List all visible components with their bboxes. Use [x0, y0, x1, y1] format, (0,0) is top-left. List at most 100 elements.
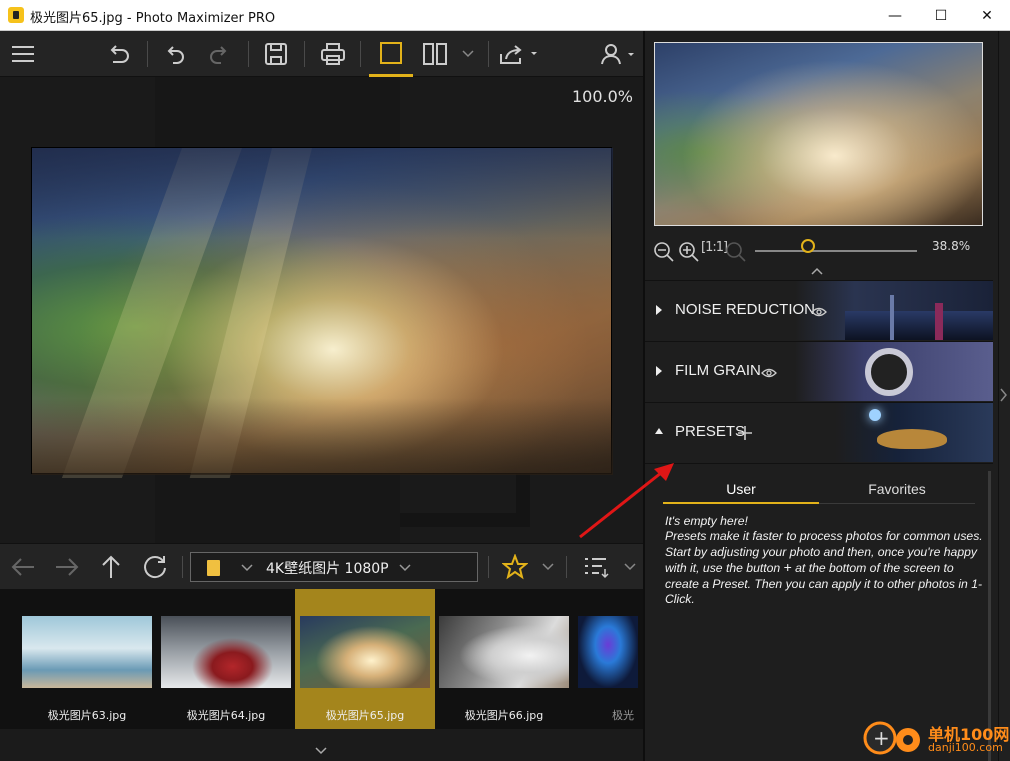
banner-glow [869, 409, 881, 421]
section-presets[interactable]: PRESETS [645, 402, 993, 462]
tab-user[interactable]: User [663, 476, 819, 504]
thumbnail-image [161, 616, 291, 688]
user-button[interactable] [598, 31, 638, 77]
section-label: FILM GRAIN [675, 362, 761, 379]
chevron-down-icon [624, 563, 636, 571]
section-film-grain[interactable]: FILM GRAIN [645, 341, 993, 401]
toolbar-separator [488, 556, 489, 578]
image-canvas[interactable]: 100.0% [0, 77, 643, 543]
thumbnail-image [22, 616, 152, 688]
fit-1to1-button[interactable]: [1:1] [701, 240, 728, 255]
window-title: 极光图片65.jpg - Photo Maximizer PRO [30, 11, 276, 26]
zoom-slider[interactable] [755, 250, 917, 252]
single-view-icon [380, 41, 402, 64]
split-view-icon [423, 43, 447, 65]
toolbar-separator [566, 556, 567, 578]
undo-history-icon [110, 45, 129, 63]
watermark-logo: + [863, 721, 920, 755]
thumbnail-image [300, 616, 430, 688]
banner-lamp-body [877, 429, 947, 449]
section-label: NOISE REDUCTION [675, 301, 816, 318]
right-edge-strip [998, 31, 1010, 761]
thumbnail-item[interactable]: 极光 [573, 589, 643, 729]
section-noise-reduction[interactable]: NOISE REDUCTION [645, 280, 993, 340]
browser-toolbar: 4K壁纸图片 1080P [0, 543, 643, 589]
thumbnail-item[interactable]: 极光图片64.jpg [158, 589, 298, 729]
favorites-filter-button[interactable] [498, 544, 532, 590]
menu-button[interactable] [6, 31, 40, 77]
arrow-right-icon [56, 558, 79, 576]
chevron-down-icon [462, 50, 474, 58]
eye-icon[interactable] [811, 307, 827, 317]
share-icon [500, 45, 537, 64]
toolbar-separator [147, 41, 148, 67]
zoom-fit-icon[interactable] [725, 241, 747, 263]
arrow-up-icon [102, 555, 120, 578]
section-label: PRESETS [675, 423, 746, 440]
minimize-button[interactable]: — [872, 0, 918, 31]
banner-tower [890, 295, 894, 340]
zoom-in-icon[interactable] [678, 241, 700, 263]
view-dropdown[interactable] [458, 31, 478, 77]
toolbar-separator [304, 41, 305, 67]
revert-button[interactable] [102, 31, 136, 77]
roof-shade [32, 148, 613, 238]
main-photo[interactable] [31, 147, 613, 478]
zoom-out-icon[interactable] [653, 241, 675, 263]
next-button[interactable] [48, 544, 86, 590]
chevron-down-icon[interactable] [315, 747, 327, 755]
close-button[interactable]: ✕ [964, 0, 1010, 31]
undo-icon [167, 46, 184, 64]
watermark-url: danji100.com [928, 741, 1003, 754]
sort-button[interactable] [578, 544, 614, 590]
add-preset-icon[interactable] [737, 425, 753, 441]
print-button[interactable] [315, 31, 351, 77]
banner-lamp [835, 403, 993, 462]
arrow-left-icon [11, 558, 34, 576]
thumbnail-caption: 极光 [612, 709, 634, 722]
maximize-button[interactable]: ☐ [918, 0, 964, 31]
folder-selector[interactable]: 4K壁纸图片 1080P [190, 552, 478, 582]
single-view-button[interactable] [369, 31, 413, 77]
undo-button[interactable] [158, 31, 192, 77]
favorites-dropdown[interactable] [538, 544, 558, 590]
up-folder-button[interactable] [94, 544, 128, 590]
floor-shade [32, 398, 613, 475]
redo-icon [210, 46, 227, 64]
thumbnail-item-selected[interactable]: 极光图片65.jpg [295, 589, 435, 729]
collapsed-triangle-icon [656, 366, 662, 376]
sort-dropdown[interactable] [620, 544, 640, 590]
thumbnail-image [439, 616, 569, 688]
star-icon [502, 554, 528, 580]
refresh-button[interactable] [137, 544, 173, 590]
help-line-1: It's empty here! [665, 514, 748, 528]
user-icon [601, 44, 634, 65]
help-line-2: Presets make it faster to process photos… [665, 529, 983, 607]
eye-icon[interactable] [761, 368, 777, 378]
toolbar-separator [182, 556, 183, 578]
redo-button[interactable] [202, 31, 236, 77]
save-icon [265, 43, 287, 65]
prev-button[interactable] [4, 544, 42, 590]
banner-tower [935, 303, 943, 340]
canvas-zoom-level: 100.0% [571, 87, 633, 106]
share-button[interactable] [496, 31, 542, 77]
split-view-button[interactable] [418, 31, 452, 77]
thumbnail-strip[interactable]: 极光图片63.jpg 极光图片64.jpg 极光图片65.jpg 极光图片66.… [0, 589, 643, 729]
chevron-up-icon[interactable] [811, 267, 823, 275]
navigator-preview[interactable] [654, 42, 983, 226]
bottom-bar [0, 729, 643, 761]
collapsed-triangle-icon [656, 305, 662, 315]
toolbar-separator [360, 41, 361, 67]
banner-skyline [845, 311, 993, 340]
chevron-right-icon[interactable] [1000, 388, 1008, 402]
save-button[interactable] [259, 31, 293, 77]
preset-tabs: User Favorites [663, 476, 975, 504]
expanded-triangle-icon [655, 428, 663, 434]
app-icon [8, 7, 24, 23]
banner-lens [865, 348, 913, 396]
maximize-icon: ☐ [934, 7, 948, 24]
tab-favorites[interactable]: Favorites [819, 476, 975, 504]
panel-scrollbar[interactable] [988, 471, 991, 761]
divider-line [645, 463, 993, 464]
